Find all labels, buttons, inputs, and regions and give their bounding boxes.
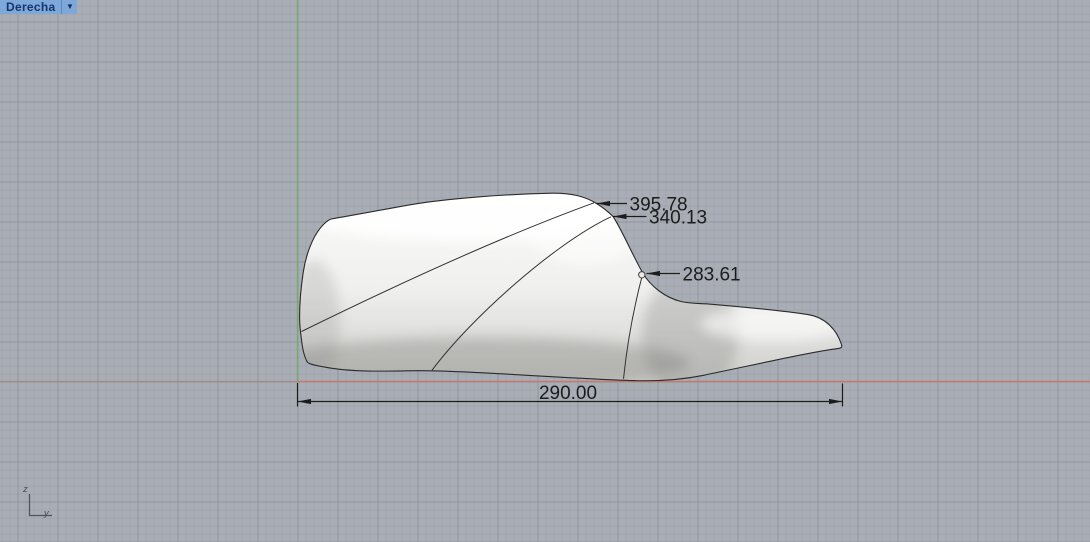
- shoe-last-model[interactable]: [270, 182, 850, 397]
- leader-dimension-340[interactable]: 340.13: [613, 208, 707, 229]
- rhino-viewport-window: 395.78 340.13 283.61 290.00: [0, 0, 1090, 542]
- axis-gizmo: z y: [22, 484, 52, 519]
- leader-dimension-283[interactable]: 283.61: [647, 265, 741, 286]
- gizmo-y-label: y: [43, 508, 50, 519]
- dimension-text-290[interactable]: 290.00: [539, 383, 597, 404]
- linear-dimension-290[interactable]: 290.00: [298, 383, 843, 407]
- viewport-title[interactable]: Derecha: [0, 0, 61, 14]
- viewport-drawing: 395.78 340.13 283.61 290.00: [0, 0, 1090, 542]
- curve-endpoint-marker[interactable]: [639, 272, 645, 278]
- leader-arrow-icon: [647, 271, 661, 276]
- viewport-menu-chevron-down-icon[interactable]: ▼: [61, 0, 77, 14]
- leader-text-340[interactable]: 340.13: [649, 208, 707, 229]
- leader-text-283[interactable]: 283.61: [683, 265, 741, 286]
- viewport-canvas[interactable]: 395.78 340.13 283.61 290.00: [0, 0, 1090, 542]
- dimension-arrow-left-icon: [298, 399, 312, 404]
- dimension-arrow-right-icon: [829, 399, 843, 404]
- leader-arrow-icon: [613, 214, 627, 219]
- viewport-title-bar: Derecha ▼: [0, 0, 77, 14]
- gizmo-z-label: z: [22, 484, 28, 495]
